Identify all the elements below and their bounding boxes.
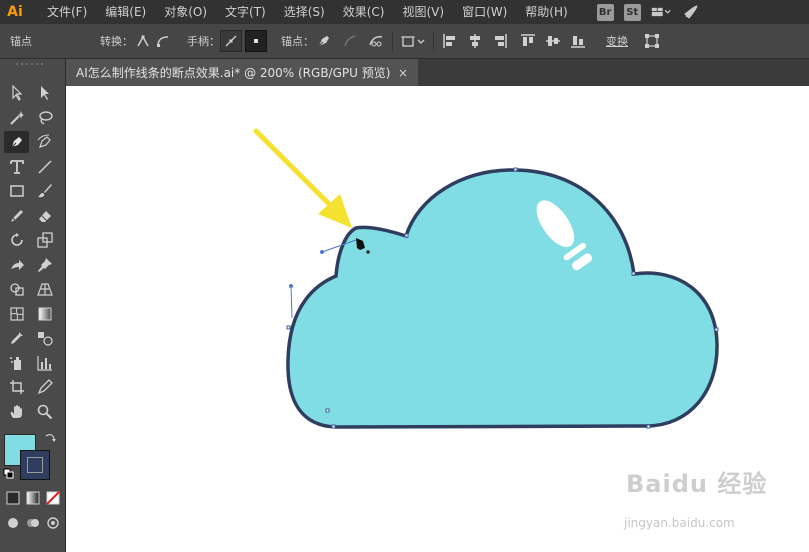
menu-view[interactable]: 视图(V): [393, 0, 453, 24]
menu-list: 文件(F) 编辑(E) 对象(O) 文字(T) 选择(S) 效果(C) 视图(V…: [38, 0, 577, 24]
hide-handles-icon[interactable]: [245, 30, 267, 52]
line-tool-icon[interactable]: [32, 156, 57, 178]
tool-name-label: 锚点: [10, 35, 32, 48]
anchor-label: 锚点：: [281, 35, 314, 48]
hand-tool-icon[interactable]: [4, 401, 29, 423]
convert-smooth-icon[interactable]: [153, 31, 173, 51]
puppet-warp-tool-icon[interactable]: [32, 254, 57, 276]
default-colors-icon[interactable]: [3, 468, 15, 483]
menu-bar: Ai 文件(F) 编辑(E) 对象(O) 文字(T) 选择(S) 效果(C) 视…: [0, 0, 809, 24]
draw-inside-icon[interactable]: [44, 512, 61, 534]
panel-grip[interactable]: [0, 59, 65, 69]
perspective-grid-tool-icon[interactable]: [32, 278, 57, 300]
gradient-mode-icon[interactable]: [24, 487, 41, 509]
watermark-logo: Baidu 经验: [626, 470, 768, 498]
separator: [433, 31, 434, 51]
menu-object[interactable]: 对象(O): [155, 0, 216, 24]
menu-select[interactable]: 选择(S): [275, 0, 334, 24]
control-bar: 锚点 转换： 手柄： 锚点： 变换: [0, 24, 809, 59]
artboard-tool-icon[interactable]: [4, 376, 29, 398]
blend-tool-icon[interactable]: [32, 327, 57, 349]
remove-anchor-icon[interactable]: [314, 31, 334, 51]
magic-wand-tool-icon[interactable]: [4, 107, 29, 129]
watermark-url: jingyan.baidu.com: [624, 516, 735, 530]
scale-tool-icon[interactable]: [32, 229, 57, 251]
paintbrush-tool-icon[interactable]: [32, 180, 57, 202]
direct-selection-tool-icon[interactable]: [32, 82, 57, 104]
column-graph-tool-icon[interactable]: [32, 352, 57, 374]
menu-file[interactable]: 文件(F): [38, 0, 96, 24]
mesh-tool-icon[interactable]: [4, 303, 29, 325]
close-tab-icon[interactable]: ×: [398, 66, 408, 80]
zoom-tool-icon[interactable]: [32, 401, 57, 423]
align-top-icon[interactable]: [518, 31, 538, 51]
transform-button[interactable]: 变换: [606, 33, 628, 49]
separator: [392, 31, 393, 51]
align-right-icon[interactable]: [490, 31, 510, 51]
stock-button[interactable]: St: [623, 3, 641, 21]
draw-normal-icon[interactable]: [4, 512, 21, 534]
convert-corner-icon[interactable]: [133, 31, 153, 51]
color-mode-icon[interactable]: [4, 487, 21, 509]
menubar-right: Br St: [596, 2, 701, 22]
rotate-tool-icon[interactable]: [4, 229, 29, 251]
handles-label: 手柄：: [187, 35, 220, 48]
shaper-tool-icon[interactable]: [4, 205, 29, 227]
selection-tool-icon[interactable]: [4, 82, 29, 104]
eraser-tool-icon[interactable]: [32, 205, 57, 227]
type-tool-icon[interactable]: [4, 156, 29, 178]
gradient-tool-icon[interactable]: [32, 303, 57, 325]
eyedropper-tool-icon[interactable]: [4, 327, 29, 349]
cut-path-icon[interactable]: [366, 31, 386, 51]
menu-help[interactable]: 帮助(H): [516, 0, 576, 24]
rocket-icon[interactable]: [681, 2, 701, 22]
menu-type[interactable]: 文字(T): [216, 0, 275, 24]
rectangle-tool-icon[interactable]: [4, 180, 29, 202]
swap-colors-icon[interactable]: [44, 432, 56, 447]
menu-window[interactable]: 窗口(W): [453, 0, 516, 24]
tools-panel: [0, 59, 66, 552]
convert-label: 转换：: [100, 35, 133, 48]
document-tab-title: AI怎么制作线条的断点效果.ai* @ 200% (RGB/GPU 预览): [76, 66, 391, 80]
cloud-shape[interactable]: [286, 168, 719, 429]
transform-each-icon[interactable]: [642, 31, 662, 51]
curvature-tool-icon[interactable]: [32, 131, 57, 153]
pen-tool-icon[interactable]: [4, 131, 29, 154]
connect-anchors-icon[interactable]: [340, 31, 360, 51]
show-handles-icon[interactable]: [220, 30, 242, 52]
none-mode-icon[interactable]: [44, 487, 61, 509]
isolate-icon[interactable]: [399, 31, 427, 51]
app-logo: Ai: [7, 4, 23, 20]
menu-effect[interactable]: 效果(C): [334, 0, 394, 24]
warp-tool-icon[interactable]: [4, 254, 29, 276]
document-tab[interactable]: AI怎么制作线条的断点效果.ai* @ 200% (RGB/GPU 预览) ×: [66, 59, 418, 86]
menu-edit[interactable]: 编辑(E): [96, 0, 155, 24]
lasso-tool-icon[interactable]: [32, 107, 57, 129]
document-tab-bar: AI怎么制作线条的断点效果.ai* @ 200% (RGB/GPU 预览) ×: [66, 59, 809, 86]
align-bottom-icon[interactable]: [568, 31, 588, 51]
bridge-button[interactable]: Br: [596, 3, 614, 21]
annotation-arrow: [253, 128, 352, 228]
shape-builder-tool-icon[interactable]: [4, 278, 29, 300]
align-left-icon[interactable]: [440, 31, 460, 51]
draw-behind-icon[interactable]: [24, 512, 41, 534]
symbol-sprayer-tool-icon[interactable]: [4, 352, 29, 374]
workspace-layout-icon[interactable]: [651, 2, 671, 22]
stroke-swatch[interactable]: [20, 450, 50, 480]
artboard-canvas[interactable]: Baidu 经验 jingyan.baidu.com: [66, 86, 809, 552]
slice-tool-icon[interactable]: [32, 376, 57, 398]
align-center-icon[interactable]: [465, 31, 485, 51]
align-middle-icon[interactable]: [543, 31, 563, 51]
